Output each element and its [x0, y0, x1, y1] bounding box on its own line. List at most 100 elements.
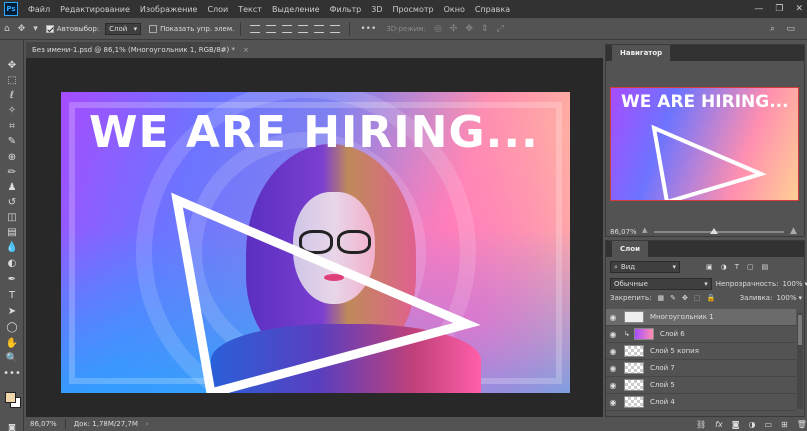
zoom-slider-handle[interactable] [710, 228, 718, 234]
foreground-color-swatch[interactable] [5, 392, 16, 403]
history-brush-icon[interactable]: ↺ [5, 195, 19, 209]
status-zoom[interactable]: 86,07% [30, 420, 57, 428]
align-bottom-icon[interactable] [282, 24, 293, 33]
home-icon[interactable]: ⌂ [4, 24, 10, 34]
more-options-icon[interactable]: ••• [360, 24, 376, 34]
layer-row[interactable]: ◉ Слой 5 копия [606, 343, 796, 360]
healing-brush-icon[interactable]: ⊕ [5, 150, 19, 164]
search-icon[interactable]: ⌕ [770, 24, 775, 34]
menu-window[interactable]: Окно [439, 5, 470, 14]
adjustment-icon[interactable]: ◑ [748, 420, 755, 429]
lock-position-icon[interactable]: ✥ [682, 294, 688, 302]
new-layer-icon[interactable]: ⊞ [781, 420, 788, 429]
group-icon[interactable]: ▭ [764, 420, 772, 429]
zoom-slider[interactable] [654, 231, 784, 233]
more-tools-icon[interactable]: ••• [3, 366, 21, 380]
lock-pixels-icon[interactable]: ✎ [670, 294, 676, 302]
menu-3d[interactable]: 3D [366, 5, 387, 14]
trash-icon[interactable]: 🗑 [797, 420, 807, 429]
layer-filter-dropdown[interactable]: ⌕ Вид ▾ [610, 261, 680, 273]
menu-view[interactable]: Просмотр [388, 5, 439, 14]
tab-navigator[interactable]: Навигатор [612, 45, 671, 61]
gradient-tool-icon[interactable]: ▤ [5, 225, 19, 239]
quick-mask-icon[interactable]: ◙ [5, 420, 19, 431]
align-top-icon[interactable] [250, 24, 261, 33]
auto-select-dropdown[interactable]: Слой ▾ [105, 22, 142, 35]
minimize-button[interactable]: — [754, 4, 763, 14]
restore-button[interactable]: ❐ [775, 4, 783, 14]
blur-tool-icon[interactable]: 💧 [5, 240, 19, 254]
close-tab-icon[interactable]: × [243, 46, 249, 54]
fx-icon[interactable]: fx [715, 420, 723, 429]
document-canvas[interactable]: WE ARE HIRING... [61, 92, 570, 393]
pen-tool-icon[interactable]: ✒ [5, 272, 19, 286]
fill-value[interactable]: 100% [776, 294, 796, 302]
lasso-tool-icon[interactable]: ℓ [5, 88, 19, 102]
path-selection-icon[interactable]: ➤ [5, 304, 19, 318]
document-tab[interactable]: Без имени-1.psd @ 86,1% (Многоугольник 1… [26, 42, 249, 58]
visibility-eye-icon[interactable]: ◉ [606, 381, 620, 390]
filter-shape-icon[interactable]: ▢ [747, 263, 754, 271]
show-transform-checkbox[interactable] [149, 24, 158, 33]
hand-tool-icon[interactable]: ✋ [5, 336, 19, 350]
blend-mode-dropdown[interactable]: Обычные ▾ [610, 278, 712, 290]
menu-edit[interactable]: Редактирование [55, 5, 135, 14]
3d-scale-icon[interactable]: ⤢ [496, 24, 503, 34]
brush-tool-icon[interactable]: ✏ [5, 165, 19, 179]
lock-all-icon[interactable]: 🔒 [706, 294, 715, 302]
menu-file[interactable]: Файл [23, 5, 55, 14]
close-button[interactable]: ✕ [795, 4, 803, 14]
menu-help[interactable]: Справка [470, 5, 515, 14]
filter-smart-icon[interactable]: ▤ [762, 263, 769, 271]
layers-scrollbar[interactable] [797, 313, 803, 409]
chevron-down-icon[interactable]: ▾ [798, 294, 802, 302]
3d-slide-icon[interactable]: ⇕ [481, 24, 489, 34]
align-right-icon[interactable] [330, 24, 341, 33]
3d-roll-icon[interactable]: ✣ [450, 24, 458, 34]
menu-image[interactable]: Изображение [135, 5, 203, 14]
workspace-icon[interactable]: ▭ [786, 24, 795, 34]
stamp-tool-icon[interactable]: ♟ [5, 180, 19, 194]
chevron-down-icon[interactable]: ▾ [33, 24, 38, 34]
dodge-tool-icon[interactable]: ◐ [5, 256, 19, 270]
crop-tool-icon[interactable]: ⌗ [5, 119, 19, 133]
align-left-icon[interactable] [298, 24, 309, 33]
type-tool-icon[interactable]: T [5, 288, 19, 302]
layer-row[interactable]: ◉ ↳ Слой 6 [606, 326, 796, 343]
align-middle-icon[interactable] [266, 24, 277, 33]
menu-select[interactable]: Выделение [267, 5, 325, 14]
navigator-preview[interactable]: WE ARE HIRING... [610, 87, 799, 201]
move-tool-icon[interactable]: ✥ [5, 58, 19, 72]
zoom-in-icon[interactable]: ▲ [790, 226, 797, 236]
navigator-zoom-value[interactable]: 86,07% [610, 228, 637, 236]
3d-rotate-icon[interactable]: ◎ [434, 24, 442, 34]
visibility-eye-icon[interactable]: ◉ [606, 313, 620, 322]
zoom-out-icon[interactable]: ▲ [642, 226, 647, 234]
align-center-icon[interactable] [314, 24, 325, 33]
menu-type[interactable]: Текст [233, 5, 267, 14]
layer-row[interactable]: ◉ Слой 7 [606, 360, 796, 377]
menu-layers[interactable]: Слои [202, 5, 233, 14]
tab-layers[interactable]: Слои [612, 241, 648, 257]
filter-pixel-icon[interactable]: ▣ [706, 263, 713, 271]
eyedropper-icon[interactable]: ✎ [5, 134, 19, 148]
lock-transparent-icon[interactable]: ▦ [657, 294, 664, 302]
lock-artboard-icon[interactable]: ⬚ [694, 294, 701, 302]
shape-tool-icon[interactable]: ◯ [5, 320, 19, 334]
visibility-eye-icon[interactable]: ◉ [606, 330, 620, 339]
magic-wand-icon[interactable]: ✧ [5, 103, 19, 117]
3d-pan-icon[interactable]: ✥ [465, 24, 473, 34]
zoom-tool-icon[interactable]: 🔍 [5, 351, 19, 365]
filter-adjustment-icon[interactable]: ◑ [721, 263, 727, 271]
scrollbar-thumb[interactable] [798, 315, 802, 345]
chevron-right-icon[interactable]: › [146, 420, 149, 428]
filter-type-icon[interactable]: T [735, 263, 739, 271]
eraser-icon[interactable]: ◫ [5, 210, 19, 224]
visibility-eye-icon[interactable]: ◉ [606, 398, 620, 407]
canvas-area[interactable]: WE ARE HIRING... [26, 58, 603, 417]
link-icon[interactable]: ⛓ [696, 420, 706, 429]
layer-row[interactable]: ◉ Слой 4 [606, 394, 796, 411]
auto-select-checkbox[interactable] [45, 24, 54, 33]
menu-filter[interactable]: Фильтр [325, 5, 367, 14]
layer-row[interactable]: ◉ Многоугольник 1 [606, 309, 796, 326]
